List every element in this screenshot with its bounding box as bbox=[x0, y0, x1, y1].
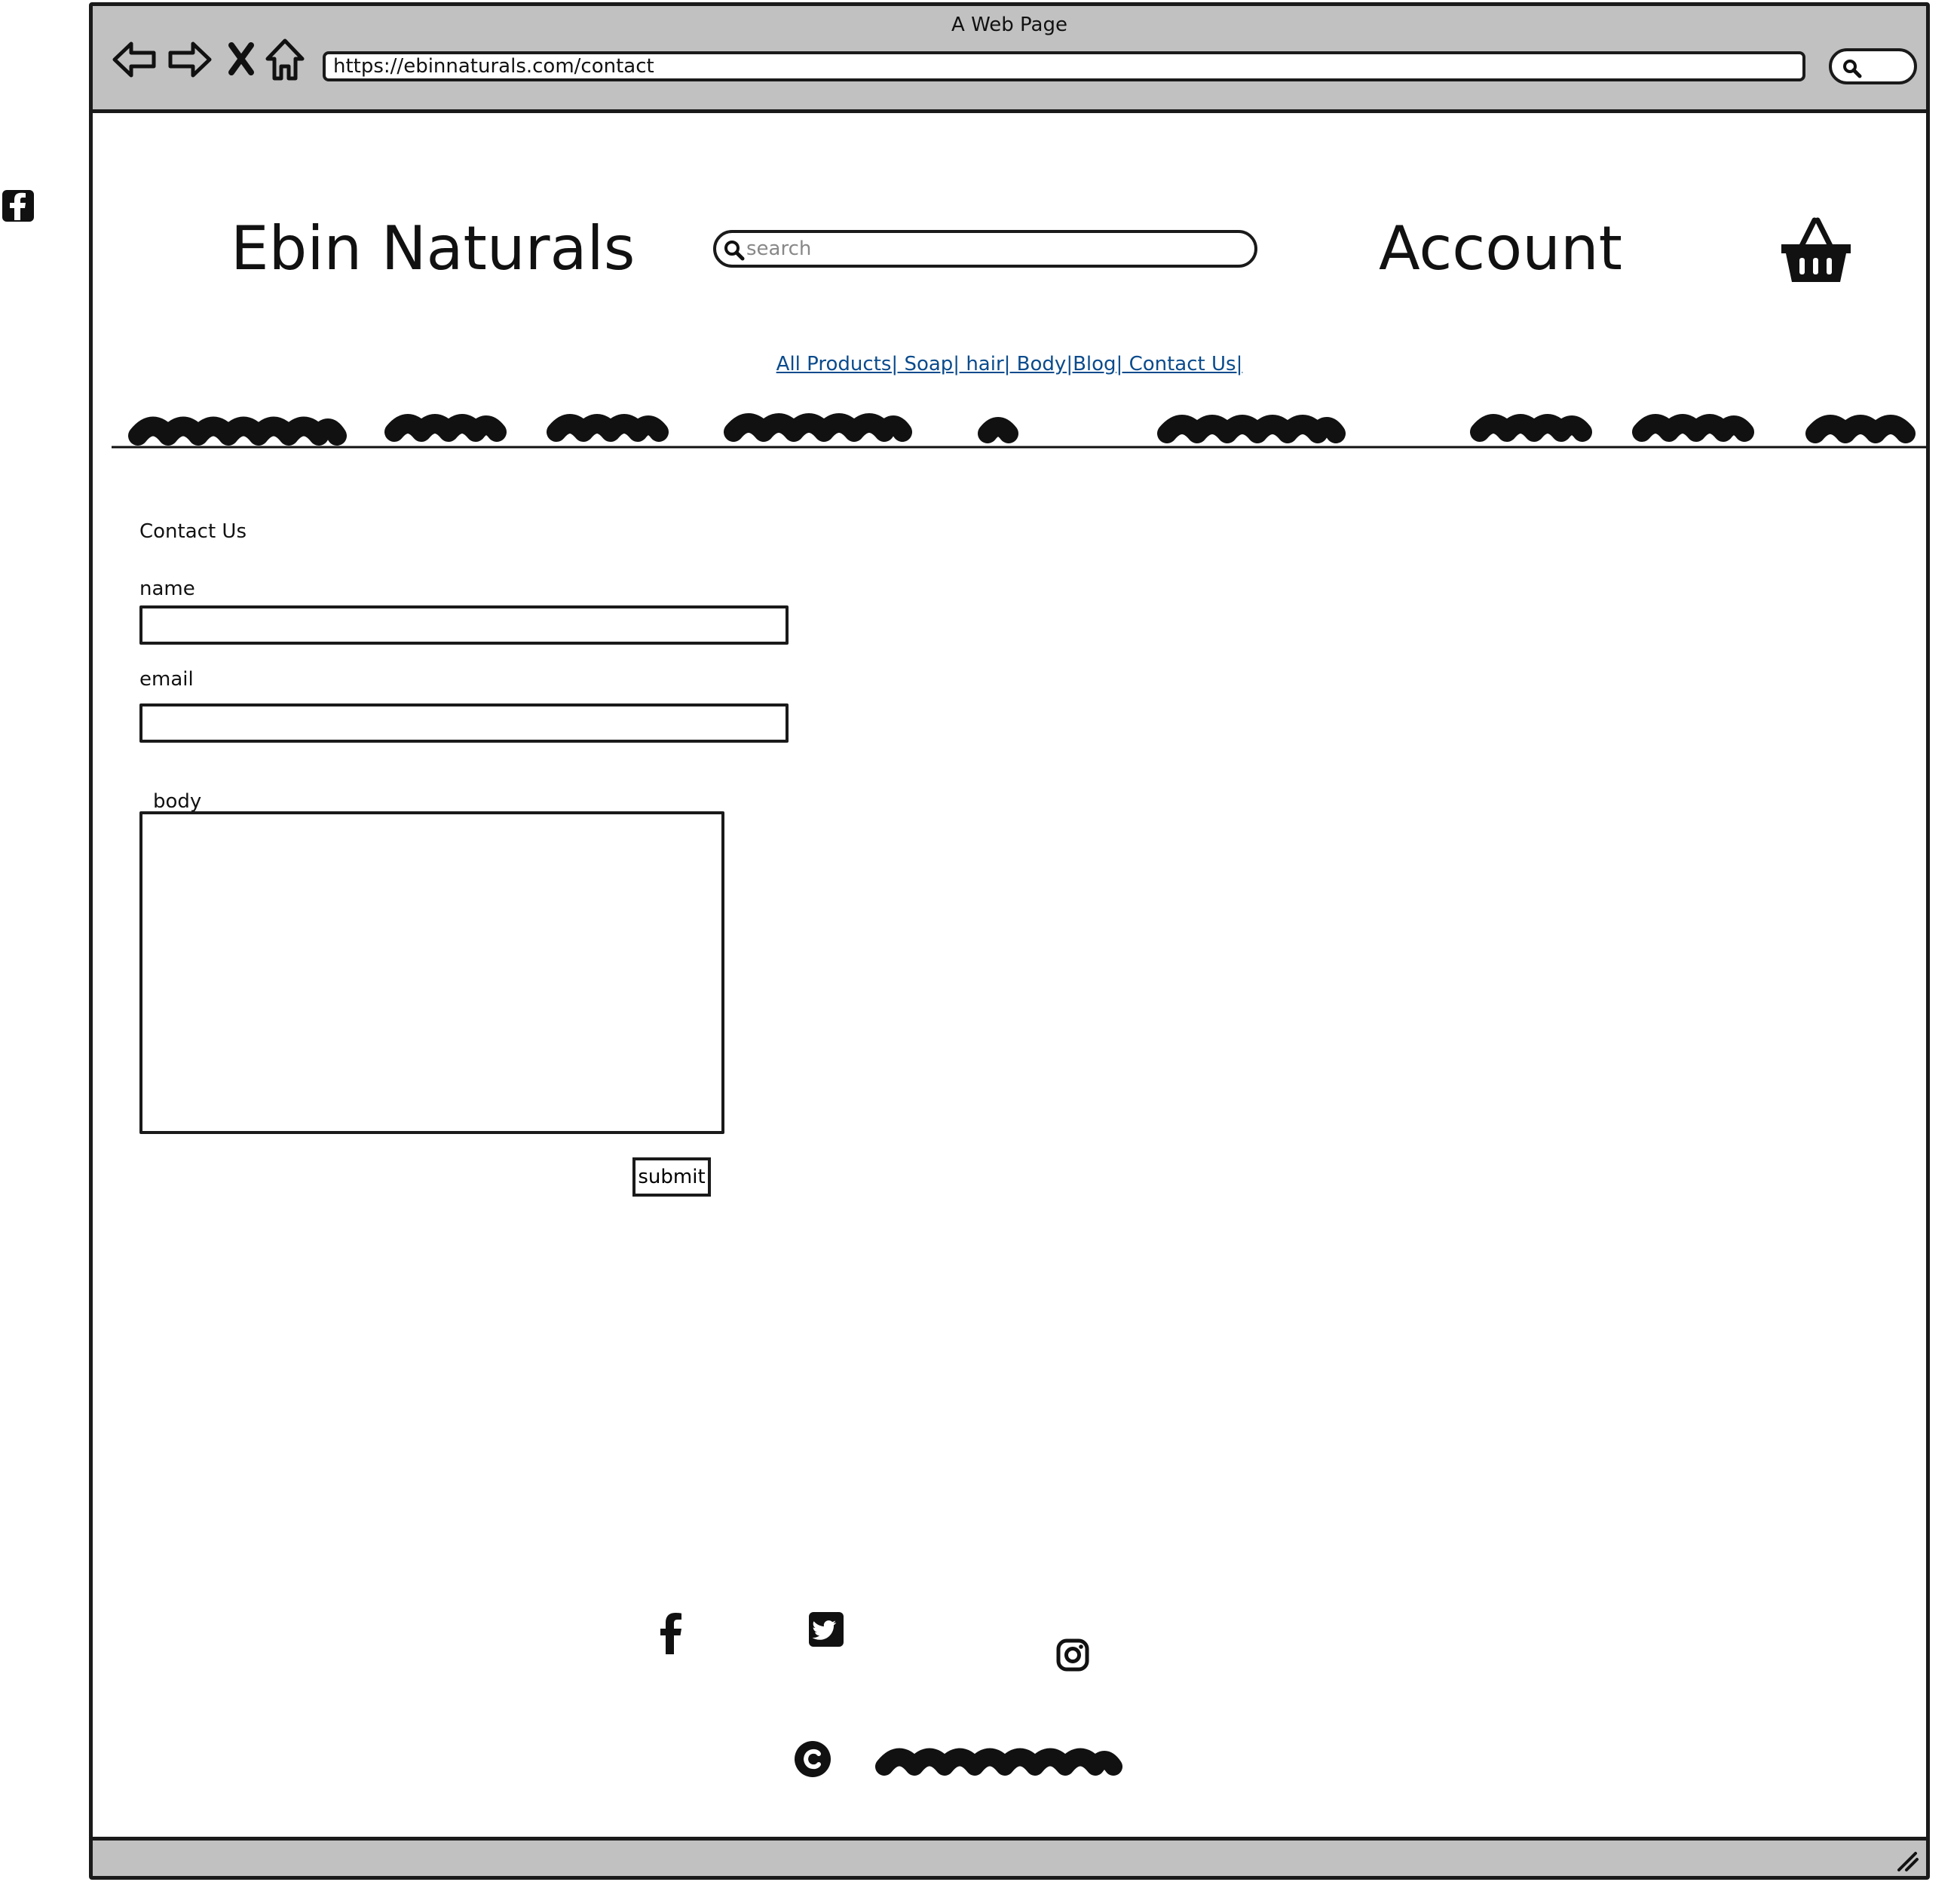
search-icon bbox=[724, 241, 745, 261]
facebook-icon[interactable] bbox=[658, 1612, 684, 1654]
body-textarea[interactable] bbox=[139, 811, 724, 1134]
contact-heading: Contact Us bbox=[139, 520, 247, 543]
name-label: name bbox=[139, 578, 195, 600]
account-link[interactable]: Account bbox=[1379, 213, 1622, 284]
site-search-input[interactable] bbox=[746, 235, 1229, 262]
url-text[interactable]: https://ebinnaturals.com/contact bbox=[333, 55, 654, 78]
url-bar[interactable]: https://ebinnaturals.com/contact bbox=[323, 51, 1805, 81]
window-title: A Web Page bbox=[951, 14, 1067, 36]
redacted-copyright-text bbox=[875, 1748, 1122, 1776]
search-icon bbox=[1843, 60, 1862, 78]
browser-statusbar bbox=[93, 1837, 1926, 1876]
instagram-icon[interactable] bbox=[1056, 1638, 1089, 1672]
main-nav-links[interactable]: All Products| Soap| hair| Body|Blog| Con… bbox=[93, 353, 1926, 375]
submit-button[interactable]: submit bbox=[632, 1157, 711, 1197]
site-title[interactable]: Ebin Naturals bbox=[231, 213, 635, 284]
shopping-basket-icon[interactable] bbox=[1778, 216, 1854, 285]
stop-icon[interactable] bbox=[218, 36, 265, 83]
body-label: body bbox=[153, 790, 202, 813]
name-field[interactable] bbox=[139, 605, 789, 645]
copyright-icon bbox=[795, 1741, 831, 1777]
email-label: email bbox=[139, 668, 194, 691]
browser-search-field[interactable] bbox=[1829, 48, 1917, 84]
redacted-banner-text bbox=[112, 413, 1926, 449]
twitter-icon[interactable] bbox=[809, 1612, 844, 1647]
home-icon[interactable] bbox=[262, 36, 308, 83]
browser-titlebar: A Web Page https://ebinnaturals.com/cont… bbox=[93, 6, 1926, 113]
browser-window: A Web Page https://ebinnaturals.com/cont… bbox=[89, 2, 1930, 1880]
site-search-bar[interactable] bbox=[713, 230, 1257, 268]
facebook-square-icon[interactable] bbox=[2, 190, 34, 222]
resize-grip-icon[interactable] bbox=[1894, 1847, 1920, 1873]
back-arrow-icon[interactable] bbox=[112, 36, 158, 83]
forward-arrow-icon[interactable] bbox=[166, 36, 213, 83]
email-field[interactable] bbox=[139, 703, 789, 743]
